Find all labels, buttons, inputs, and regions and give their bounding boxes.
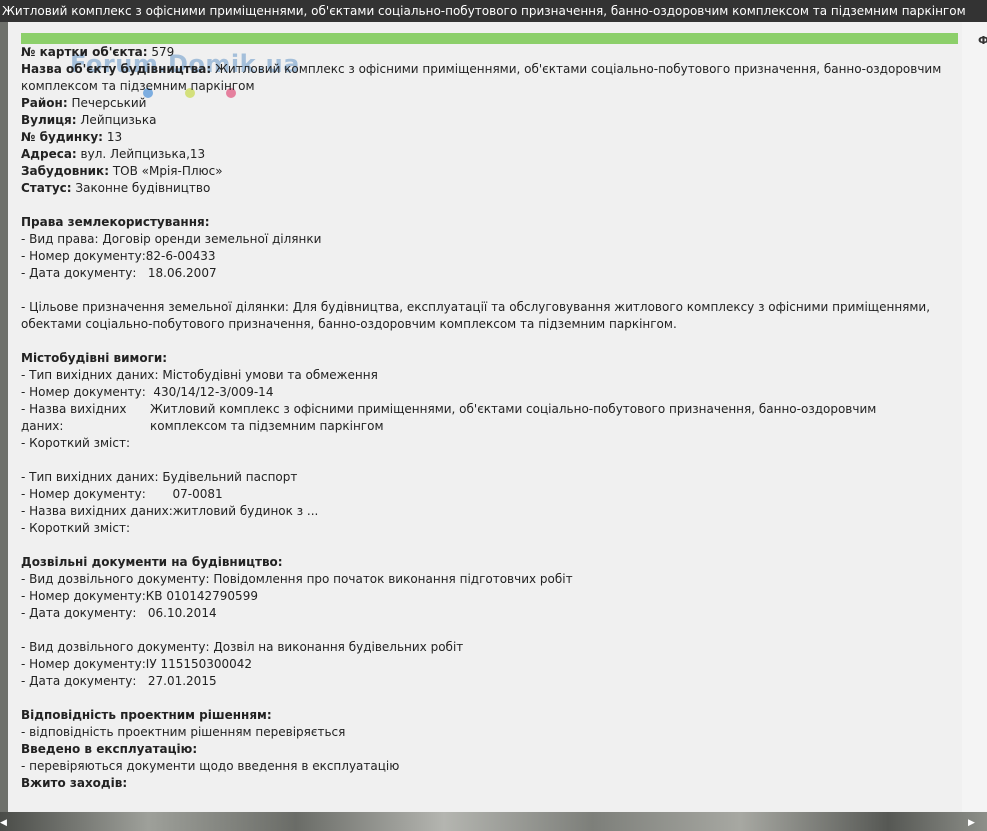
- urban-doc-number-2: - Номер документу: 07-0081: [21, 487, 223, 501]
- land-doc-date: - Дата документу: 18.06.2007: [21, 266, 217, 280]
- permit-type-1: - Вид дозвільного документу: Повідомленн…: [21, 572, 573, 586]
- permits-heading: Дозвільні документи на будівництво:: [21, 555, 283, 569]
- card-number-row: № картки об'єкта: 579: [21, 45, 175, 59]
- permit-type-2: - Вид дозвільного документу: Дозвіл на в…: [21, 640, 464, 654]
- street-row: Вулиця: Лейпцизька: [21, 113, 157, 127]
- urban-summary-1: - Короткий зміст:: [21, 436, 131, 450]
- land-heading: Права землекористування:: [21, 215, 210, 229]
- urban-name-1: - Назва вихідних даних: Житловий комплек…: [21, 402, 877, 433]
- card-content: № картки об'єкта: 579 Назва об'єкту буді…: [21, 44, 951, 792]
- scroll-right-icon[interactable]: ▶: [968, 818, 984, 830]
- permit-doc-number-1: - Номер документу:КВ 010142790599: [21, 589, 258, 603]
- urban-type-2: - Тип вихідних даних: Будівельний паспор…: [21, 470, 298, 484]
- status-row: Статус: Законне будівництво: [21, 181, 211, 195]
- right-side-panel: [962, 22, 987, 812]
- map-bottom-strip[interactable]: [0, 812, 987, 831]
- urban-type-1: - Тип вихідних даних: Містобудівні умови…: [21, 368, 378, 382]
- building-row: № будинку: 13: [21, 130, 123, 144]
- commissioning-heading: Введено в експлуатацію:: [21, 742, 198, 756]
- urban-name-2: - Назва вихідних даних:житловий будинок …: [21, 504, 319, 518]
- right-panel-letter: Ф: [978, 34, 987, 47]
- urban-summary-2: - Короткий зміст:: [21, 521, 131, 535]
- developer-row: Забудовник: ТОВ «Мрія-Плюс»: [21, 164, 223, 178]
- land-purpose: - Цільове призначення земельної ділянки:…: [21, 300, 931, 331]
- info-panel: Forum.Domik.ua № картки об'єкта: 579 Наз…: [8, 22, 962, 812]
- address-row: Адреса: вул. Лейпцизька,13: [21, 147, 206, 161]
- permit-doc-date-2: - Дата документу: 27.01.2015: [21, 674, 217, 688]
- land-doc-number: - Номер документу:82-6-00433: [21, 249, 216, 263]
- commissioning-text: - перевіряються документи щодо введення …: [21, 759, 400, 773]
- map-left-edge: [0, 22, 8, 812]
- scroll-left-icon[interactable]: ◀: [0, 818, 12, 830]
- district-row: Район: Печерський: [21, 96, 147, 110]
- urban-doc-number-1: - Номер документу: 430/14/12-3/009-14: [21, 385, 274, 399]
- land-right-type: - Вид права: Договір оренди земельної ді…: [21, 232, 322, 246]
- window-title: Житловий комплекс з офісними приміщенням…: [0, 0, 987, 22]
- urban-heading: Містобудівні вимоги:: [21, 351, 168, 365]
- permit-doc-date-1: - Дата документу: 06.10.2014: [21, 606, 217, 620]
- measures-heading: Вжито заходів:: [21, 776, 128, 790]
- permit-doc-number-2: - Номер документу:ІУ 115150300042: [21, 657, 253, 671]
- compliance-heading: Відповідність проектним рішенням:: [21, 708, 272, 722]
- compliance-text: - відповідність проектним рішенням перев…: [21, 725, 346, 739]
- accent-bar: [21, 33, 958, 44]
- card-name-row: Назва об'єкту будівництва: Житловий комп…: [21, 62, 942, 93]
